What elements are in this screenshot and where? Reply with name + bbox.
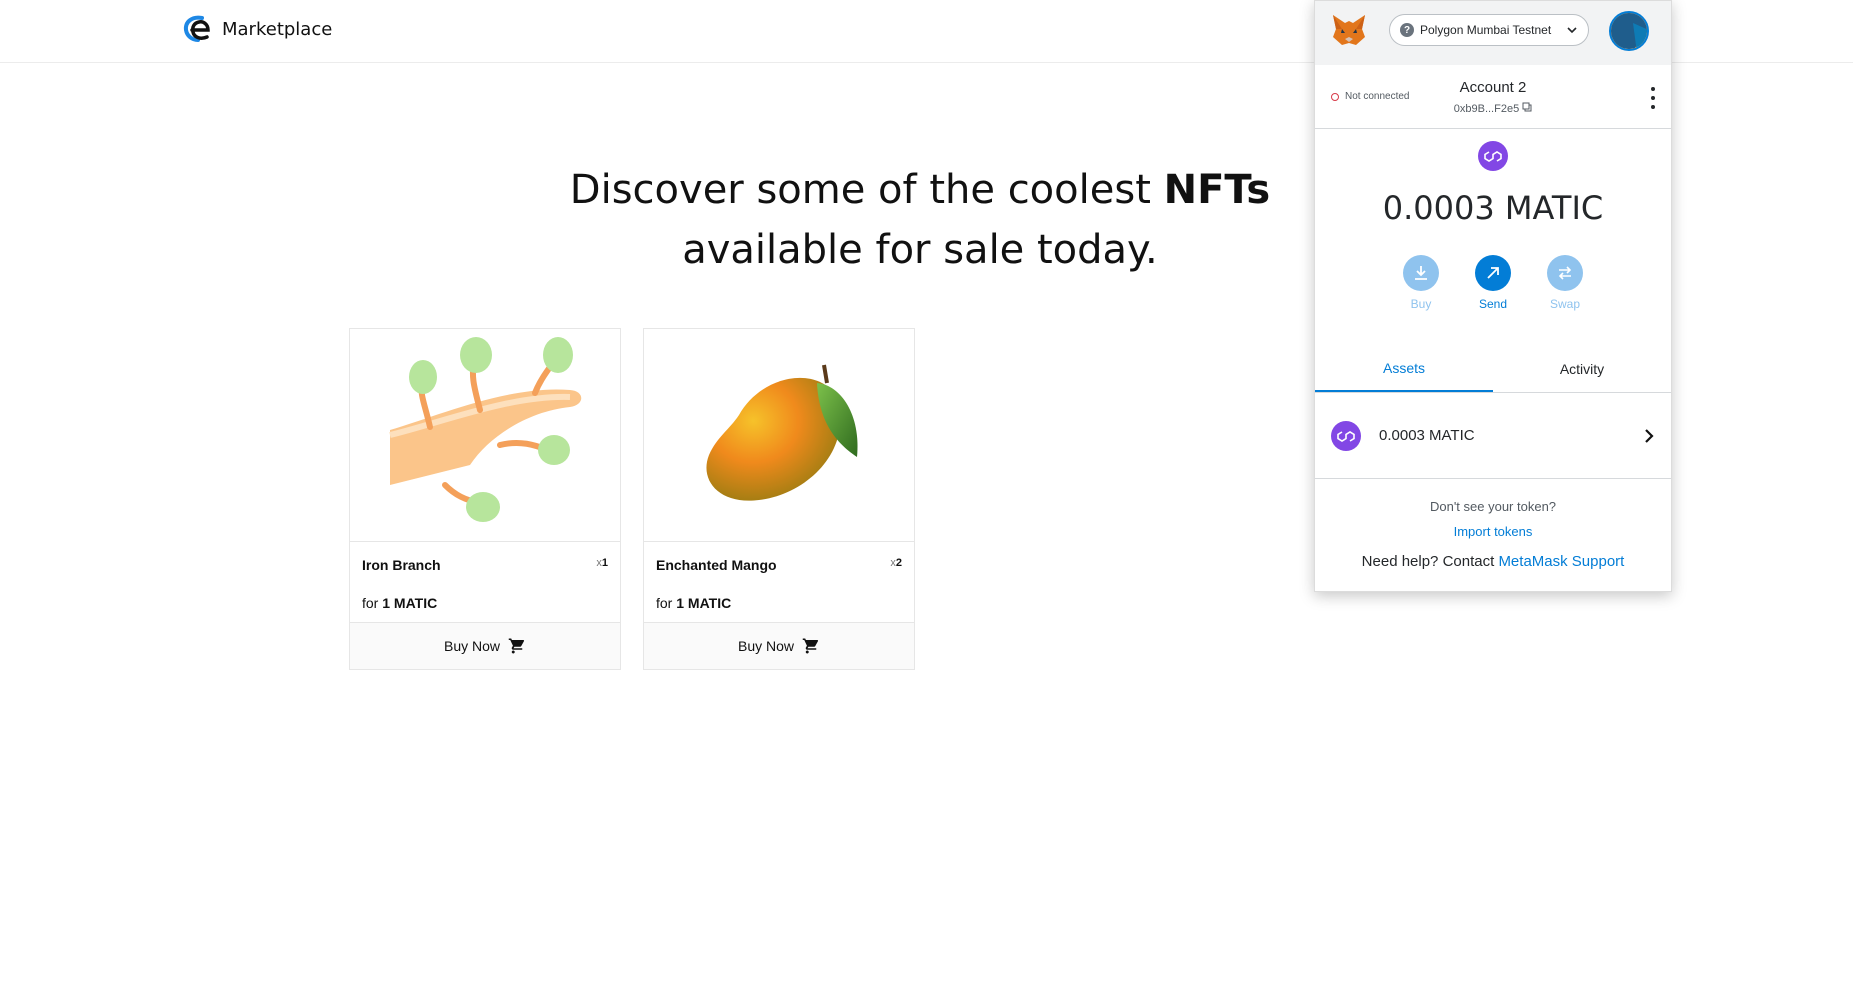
send-arrow-icon	[1475, 255, 1511, 291]
asset-amount: 0.0003 MATIC	[1379, 427, 1475, 444]
brand-name: Marketplace	[222, 18, 333, 40]
nft-price: for 1 MATIC	[362, 595, 438, 611]
send-action-button[interactable]: Send	[1475, 255, 1511, 311]
polygon-token-icon	[1478, 141, 1508, 171]
metamask-support-link[interactable]: MetaMask Support	[1498, 553, 1624, 570]
download-icon	[1403, 255, 1439, 291]
network-name: Polygon Mumbai Testnet	[1420, 23, 1552, 37]
import-tokens-link[interactable]: Import tokens	[1315, 524, 1671, 539]
buy-action-button[interactable]: Buy	[1403, 255, 1439, 311]
account-avatar[interactable]	[1609, 11, 1649, 51]
buy-now-button[interactable]: Buy Now	[350, 622, 620, 669]
cart-icon	[802, 638, 819, 654]
hero-line-1: Discover some of the coolest NFTs	[569, 167, 1271, 213]
nft-image-enchanted-mango	[644, 329, 914, 542]
nft-card-enchanted-mango: Enchanted Mango x2 for 1 MATIC Buy Now	[643, 328, 915, 670]
balance-display: 0.0003 MATIC	[1382, 189, 1604, 227]
buy-now-button[interactable]: Buy Now	[644, 622, 914, 669]
brand-logo-link[interactable]: Marketplace	[182, 14, 332, 44]
account-bar: Not connected Account 2 0xb9B...F2e5	[1315, 65, 1671, 129]
nft-price: for 1 MATIC	[656, 595, 732, 611]
missing-token-text: Don't see your token?	[1429, 499, 1557, 514]
chevron-right-icon	[1645, 428, 1654, 443]
nft-image-iron-branch	[350, 329, 620, 542]
metamask-header: ? Polygon Mumbai Testnet	[1315, 1, 1671, 65]
nft-name: Iron Branch	[362, 557, 441, 573]
nft-quantity: x1	[596, 557, 608, 569]
help-text: Need help? Contact MetaMask Support	[1361, 553, 1625, 570]
nft-card-iron-branch: Iron Branch x1 for 1 MATIC Buy Now	[349, 328, 621, 670]
network-badge: ?	[1400, 23, 1414, 37]
copy-icon	[1522, 102, 1532, 112]
mango-illustration	[706, 364, 858, 501]
hero-line-2: available for sale today.	[682, 227, 1158, 273]
chevron-down-icon	[1567, 27, 1577, 34]
iron-branch-illustration	[389, 337, 582, 522]
metamask-fox-icon[interactable]	[1331, 13, 1367, 47]
cart-icon	[508, 638, 525, 654]
wallet-tabs: Assets Activity	[1315, 345, 1671, 393]
identicon-icon	[1611, 13, 1647, 49]
account-options-menu-icon[interactable]	[1649, 87, 1657, 109]
brand-logo-icon	[183, 15, 210, 42]
network-selector[interactable]: ? Polygon Mumbai Testnet	[1389, 14, 1589, 46]
tab-assets[interactable]: Assets	[1315, 345, 1493, 392]
account-name[interactable]: Account 2	[1315, 79, 1671, 96]
nft-quantity: x2	[890, 557, 902, 569]
polygon-token-icon	[1331, 420, 1361, 451]
wallet-actions: Buy Send Swap	[1315, 255, 1671, 311]
swap-action-button[interactable]: Swap	[1547, 255, 1583, 311]
account-address[interactable]: 0xb9B...F2e5	[1315, 102, 1671, 115]
nft-name: Enchanted Mango	[656, 557, 777, 573]
hero-heading: Discover some of the coolest NFTs availa…	[480, 160, 1360, 280]
metamask-popup: ? Polygon Mumbai Testnet Not connected A…	[1314, 0, 1672, 592]
hero-highlight: NFTs	[1163, 167, 1271, 213]
asset-row-matic[interactable]: 0.0003 MATIC	[1315, 393, 1671, 479]
tab-activity[interactable]: Activity	[1493, 345, 1671, 392]
swap-icon	[1547, 255, 1583, 291]
